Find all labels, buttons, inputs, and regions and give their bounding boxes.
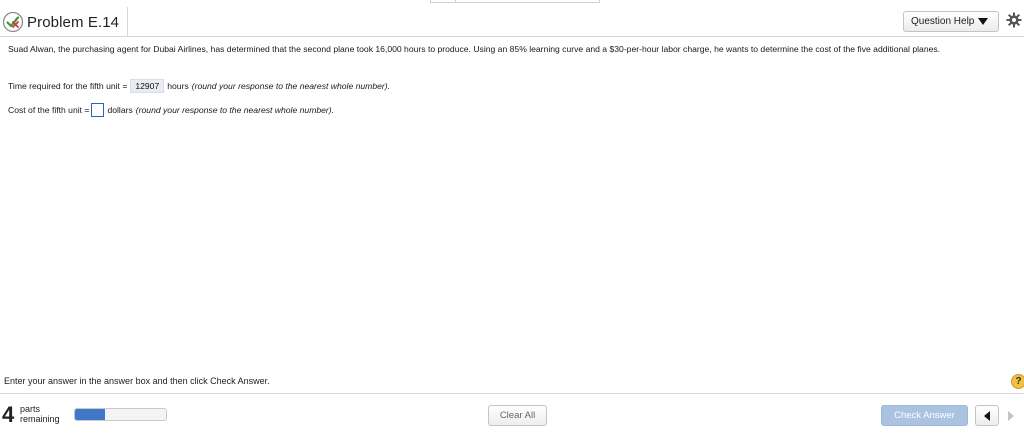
caret-down-icon	[978, 18, 989, 25]
progress-bar	[74, 408, 167, 421]
question-header: Problem E.14 Question Help	[0, 7, 1024, 37]
top-tab-strip	[430, 0, 600, 3]
clear-all-button[interactable]: Clear All	[488, 405, 547, 426]
progress-fill	[75, 409, 106, 420]
partially-correct-icon	[2, 11, 24, 33]
problem-statement: Suad Alwan, the purchasing agent for Dub…	[8, 44, 941, 54]
part2-row: Cost of the fifth unit = dollars (round …	[8, 103, 334, 117]
next-part-button[interactable]	[999, 405, 1023, 426]
previous-part-button[interactable]	[975, 405, 999, 426]
parts-remaining-label: parts remaining	[20, 404, 60, 424]
question-help-label: Question Help	[911, 16, 975, 27]
part1-row: Time required for the fifth unit = 12907…	[8, 79, 390, 93]
title-area: Problem E.14	[0, 7, 128, 37]
part-navigation	[975, 405, 1024, 426]
question-help-button[interactable]: Question Help	[903, 11, 999, 32]
parts-label-line2: remaining	[20, 414, 60, 424]
footer-bar: 4 parts remaining Clear All Check Answer	[0, 394, 1024, 436]
instruction-text: Enter your answer in the answer box and …	[4, 376, 270, 386]
parts-label-line1: parts	[20, 404, 41, 414]
part2-unit: dollars	[107, 105, 133, 115]
part2-answer-input[interactable]	[91, 103, 105, 117]
page-title: Problem E.14	[27, 13, 120, 31]
part2-hint: (round your response to the nearest whol…	[135, 105, 335, 115]
part1-hint: (round your response to the nearest whol…	[191, 81, 390, 91]
part1-unit: hours	[167, 81, 189, 91]
arrow-right-icon	[1008, 410, 1014, 421]
parts-remaining-count: 4	[2, 402, 15, 427]
part1-label: Time required for the fifth unit =	[8, 81, 128, 91]
help-icon[interactable]: ?	[1011, 374, 1024, 389]
check-answer-button[interactable]: Check Answer	[881, 405, 968, 426]
part1-answer-value[interactable]: 12907	[130, 79, 165, 93]
part2-label: Cost of the fifth unit =	[8, 105, 90, 115]
arrow-left-icon	[984, 410, 990, 421]
gear-icon[interactable]	[1006, 12, 1022, 28]
header-divider	[0, 36, 1024, 37]
problem-content: Suad Alwan, the purchasing agent for Dub…	[8, 44, 1008, 55]
